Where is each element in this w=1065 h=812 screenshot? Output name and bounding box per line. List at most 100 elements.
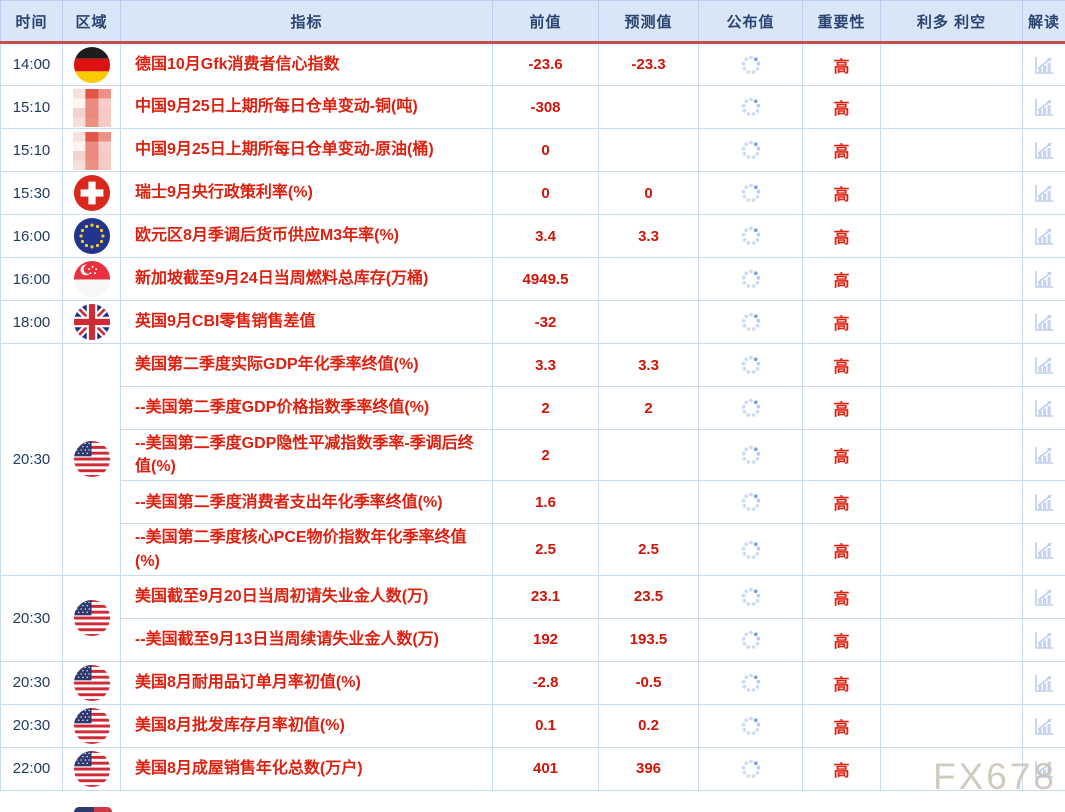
bullish-bearish-cell <box>881 481 1023 524</box>
indicator-cell: 瑞士9月央行政策利率(%) <box>121 172 493 215</box>
chart-up-icon[interactable] <box>1032 628 1056 652</box>
chart-up-icon[interactable] <box>1032 53 1056 77</box>
chart-up-icon[interactable] <box>1032 585 1056 609</box>
col-header-interpretation: 解读 <box>1023 1 1065 43</box>
interpretation-cell[interactable] <box>1023 301 1065 344</box>
interpretation-cell[interactable] <box>1023 344 1065 387</box>
importance-badge: 高 <box>803 258 881 301</box>
bullish-bearish-cell <box>881 618 1023 661</box>
region-cell <box>63 704 121 747</box>
previous-value: 1.6 <box>493 481 599 524</box>
chart-up-icon[interactable] <box>1032 353 1056 377</box>
published-value-cell <box>699 86 803 129</box>
region-cell <box>63 215 121 258</box>
indicator-cell: 美国8月耐用品订单月率初值(%) <box>121 661 493 704</box>
time-cell: 16:00 <box>1 258 63 301</box>
usa-flag-icon <box>73 664 111 702</box>
bullish-bearish-cell <box>881 575 1023 618</box>
chart-up-icon[interactable] <box>1032 671 1056 695</box>
interpretation-cell[interactable] <box>1023 747 1065 790</box>
chart-up-icon[interactable] <box>1032 224 1056 248</box>
region-cell <box>63 86 121 129</box>
interpretation-cell[interactable] <box>1023 430 1065 481</box>
table-row: 16:00 新加坡截至9月24日当周燃料总库存(万桶) 4949.5 高 <box>1 258 1065 301</box>
previous-value: 3.3 <box>493 344 599 387</box>
previous-value: 3.4 <box>493 215 599 258</box>
loading-spinner-icon <box>741 55 761 75</box>
table-row: 15:10 中国9月25日上期所每日仓单变动-原油(桶) 0 高 <box>1 129 1065 172</box>
published-value-cell <box>699 747 803 790</box>
usa-flag-icon <box>73 750 111 788</box>
previous-value: 2.5 <box>493 524 599 575</box>
economic-calendar-table: 时间 区域 指标 前值 预测值 公布值 重要性 利多 利空 解读 14:00 德… <box>0 0 1065 791</box>
indicator-cell: 德国10月Gfk消费者信心指数 <box>121 43 493 86</box>
bullish-bearish-cell <box>881 704 1023 747</box>
indicator-cell: 中国9月25日上期所每日仓单变动-铜(吨) <box>121 86 493 129</box>
chart-up-icon[interactable] <box>1032 538 1056 562</box>
forecast-value: -0.5 <box>599 661 699 704</box>
published-value-cell <box>699 704 803 747</box>
chart-up-icon[interactable] <box>1032 267 1056 291</box>
interpretation-cell[interactable] <box>1023 258 1065 301</box>
table-row-group-start: 20:30 美国第二季度实际GDP年化季率终值(%) 3.3 3.3 高 <box>1 344 1065 387</box>
table-row-group-start: 20:30 美国截至9月20日当周初请失业金人数(万) 23.1 23.5 高 <box>1 575 1065 618</box>
interpretation-cell[interactable] <box>1023 704 1065 747</box>
region-cell <box>63 344 121 576</box>
importance-badge: 高 <box>803 524 881 575</box>
published-value-cell <box>699 172 803 215</box>
forecast-value: 3.3 <box>599 215 699 258</box>
indicator-cell: 美国8月成屋销售年化总数(万户) <box>121 747 493 790</box>
chart-up-icon[interactable] <box>1032 181 1056 205</box>
interpretation-cell[interactable] <box>1023 86 1065 129</box>
eu-flag-icon <box>73 217 111 255</box>
forecast-value <box>599 258 699 301</box>
interpretation-cell[interactable] <box>1023 172 1065 215</box>
importance-badge: 高 <box>803 661 881 704</box>
china-flag-pixelated-icon <box>73 88 111 126</box>
loading-spinner-icon <box>741 540 761 560</box>
importance-badge: 高 <box>803 747 881 790</box>
loading-spinner-icon <box>741 140 761 160</box>
importance-badge: 高 <box>803 430 881 481</box>
previous-value: 4949.5 <box>493 258 599 301</box>
forecast-value: 2.5 <box>599 524 699 575</box>
table-row: 15:30 瑞士9月央行政策利率(%) 0 0 高 <box>1 172 1065 215</box>
chart-up-icon[interactable] <box>1032 443 1056 467</box>
previous-value: 2 <box>493 387 599 430</box>
forecast-value: 3.3 <box>599 344 699 387</box>
chart-up-icon[interactable] <box>1032 138 1056 162</box>
chart-up-icon[interactable] <box>1032 396 1056 420</box>
importance-badge: 高 <box>803 129 881 172</box>
china-flag-pixelated-icon <box>73 131 111 169</box>
chart-up-icon[interactable] <box>1032 714 1056 738</box>
loading-spinner-icon <box>741 355 761 375</box>
interpretation-cell[interactable] <box>1023 215 1065 258</box>
chart-up-icon[interactable] <box>1032 757 1056 781</box>
chart-up-icon[interactable] <box>1032 490 1056 514</box>
forecast-value <box>599 86 699 129</box>
published-value-cell <box>699 481 803 524</box>
importance-badge: 高 <box>803 704 881 747</box>
region-cell <box>63 661 121 704</box>
time-cell: 15:10 <box>1 86 63 129</box>
previous-value: 401 <box>493 747 599 790</box>
previous-value: -23.6 <box>493 43 599 86</box>
table-row: 16:00 欧元区8月季调后货币供应M3年率(%) 3.4 3.3 高 <box>1 215 1065 258</box>
interpretation-cell[interactable] <box>1023 618 1065 661</box>
table-row: 20:30 美国8月批发库存月率初值(%) 0.1 0.2 高 <box>1 704 1065 747</box>
time-cell: 20:30 <box>1 575 63 661</box>
interpretation-cell[interactable] <box>1023 43 1065 86</box>
interpretation-cell[interactable] <box>1023 524 1065 575</box>
previous-value: 192 <box>493 618 599 661</box>
bullish-bearish-cell <box>881 661 1023 704</box>
interpretation-cell[interactable] <box>1023 387 1065 430</box>
interpretation-cell[interactable] <box>1023 481 1065 524</box>
chart-up-icon[interactable] <box>1032 95 1056 119</box>
usa-flag-icon <box>73 599 111 637</box>
indicator-cell: 欧元区8月季调后货币供应M3年率(%) <box>121 215 493 258</box>
interpretation-cell[interactable] <box>1023 661 1065 704</box>
previous-value: -32 <box>493 301 599 344</box>
interpretation-cell[interactable] <box>1023 129 1065 172</box>
interpretation-cell[interactable] <box>1023 575 1065 618</box>
chart-up-icon[interactable] <box>1032 310 1056 334</box>
